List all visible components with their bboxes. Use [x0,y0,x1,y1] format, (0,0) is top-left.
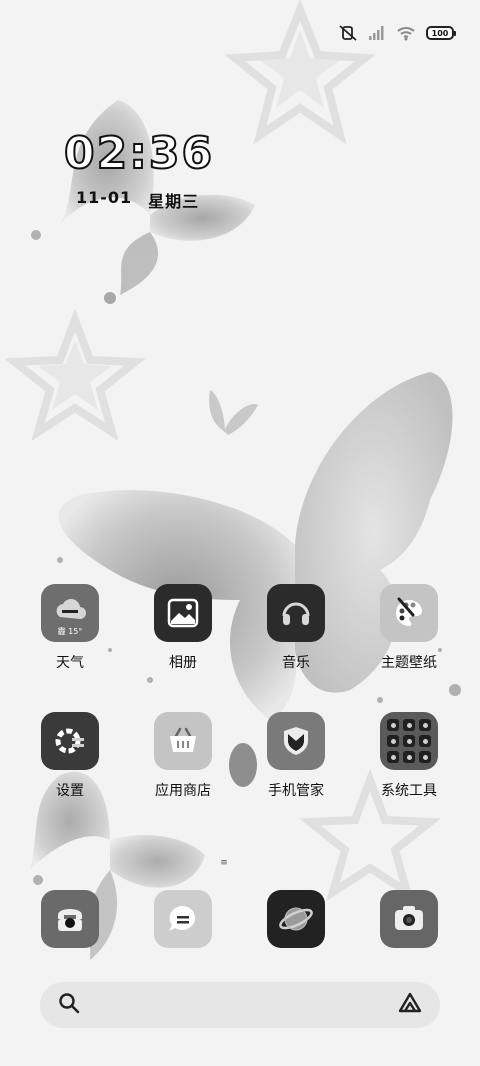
wifi-icon [396,25,416,41]
app-label: 音乐 [282,655,310,671]
app-label: 主题壁纸 [381,655,437,671]
clock-date: 11-01 [76,188,133,207]
mini-app-icon [403,719,415,731]
app-folder-system-tools[interactable]: 系统工具 [359,712,459,800]
phone-icon[interactable] [41,890,99,948]
dock-messages[interactable] [133,890,233,948]
gear-icon[interactable] [41,712,99,770]
mini-app-icon [387,735,399,747]
app-gallery[interactable]: 相册 [133,584,233,672]
camera-icon[interactable] [380,890,438,948]
mini-app-icon [419,751,431,763]
search-bar[interactable] [40,982,440,1028]
browser-icon[interactable] [267,890,325,948]
app-label: 手机管家 [268,783,324,799]
palette-icon[interactable] [380,584,438,642]
clock-time: 02:36 [63,128,215,179]
gallery-icon[interactable] [154,584,212,642]
app-label: 设置 [56,783,84,799]
folder-icon[interactable] [380,712,438,770]
assistant-icon[interactable] [396,991,424,1019]
mini-app-icon [419,735,431,747]
folder-app-grid [387,719,431,763]
clock-date-row: 11-01 星期三 [64,188,214,212]
search-input[interactable] [92,997,384,1013]
battery-indicator: 100 [426,26,456,40]
headphones-icon[interactable] [267,584,325,642]
mini-app-icon [387,719,399,731]
message-icon[interactable] [154,890,212,948]
app-weather[interactable]: 霾 15° 天气 [20,584,120,672]
page-indicator[interactable]: ≡ [220,858,228,868]
dock-browser[interactable] [246,890,346,948]
mini-app-icon [419,719,431,731]
app-store[interactable]: 应用商店 [133,712,233,800]
basket-icon[interactable] [154,712,212,770]
shield-icon[interactable] [267,712,325,770]
mute-vibrate-icon [338,24,358,42]
battery-level: 100 [431,28,449,38]
app-themes[interactable]: 主题壁纸 [359,584,459,672]
mini-app-icon [403,735,415,747]
clock-weekday: 星期三 [148,192,200,211]
mini-app-icon [387,751,399,763]
app-label: 相册 [169,655,197,671]
weather-info: 霾 15° [57,627,83,636]
mini-app-icon [403,751,415,763]
app-settings[interactable]: 设置 [20,712,120,800]
weather-icon[interactable]: 霾 15° [41,584,99,642]
search-icon[interactable] [58,992,80,1018]
dock-phone[interactable] [20,890,120,948]
status-bar: 100 [338,22,456,44]
dock-camera[interactable] [359,890,459,948]
signal-icon [368,25,386,41]
app-security[interactable]: 手机管家 [246,712,346,800]
app-label: 天气 [56,655,84,671]
app-label: 应用商店 [155,783,211,799]
app-label: 系统工具 [381,783,437,799]
clock-widget[interactable]: 02:36 11-01 星期三 [63,128,215,212]
app-music[interactable]: 音乐 [246,584,346,672]
